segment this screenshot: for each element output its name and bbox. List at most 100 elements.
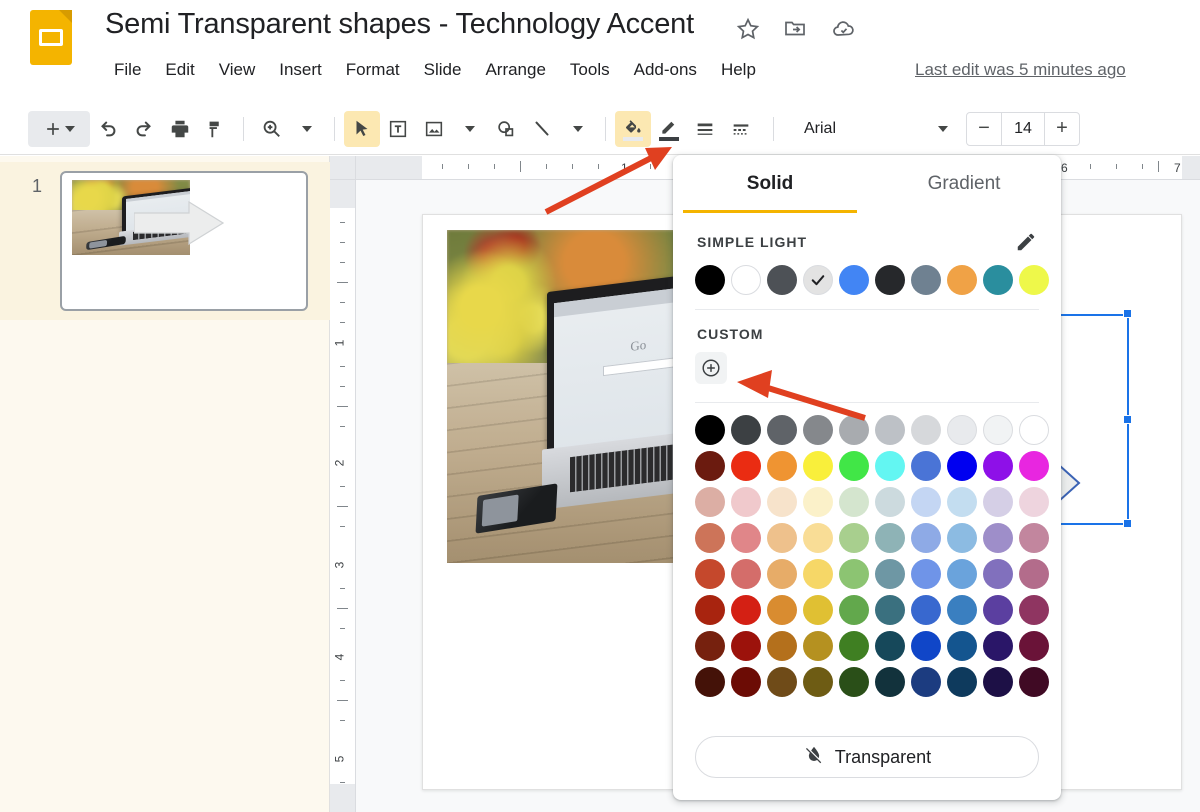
palette-swatch-r4-c4[interactable] <box>839 559 869 589</box>
theme-swatch-7[interactable] <box>947 265 977 295</box>
palette-swatch-r6-c3[interactable] <box>803 631 833 661</box>
palette-swatch-r7-c5[interactable] <box>875 667 905 697</box>
palette-swatch-r6-c2[interactable] <box>767 631 797 661</box>
menu-help[interactable]: Help <box>709 58 768 82</box>
palette-swatch-r7-c9[interactable] <box>1019 667 1049 697</box>
print-button[interactable] <box>162 111 198 147</box>
caret-down-icon[interactable] <box>573 125 583 132</box>
palette-swatch-r3-c0[interactable] <box>695 523 725 553</box>
palette-swatch-r3-c2[interactable] <box>767 523 797 553</box>
palette-swatch-r4-c9[interactable] <box>1019 559 1049 589</box>
palette-swatch-r3-c9[interactable] <box>1019 523 1049 553</box>
caret-down-icon[interactable] <box>302 125 312 132</box>
menu-edit[interactable]: Edit <box>153 58 206 82</box>
caret-down-icon[interactable] <box>938 125 948 132</box>
palette-swatch-r0-c2[interactable] <box>767 415 797 445</box>
zoom-dropdown[interactable] <box>289 111 325 147</box>
paint-format-button[interactable] <box>198 111 234 147</box>
palette-swatch-r6-c8[interactable] <box>983 631 1013 661</box>
palette-swatch-r5-c2[interactable] <box>767 595 797 625</box>
palette-swatch-r7-c2[interactable] <box>767 667 797 697</box>
palette-swatch-r7-c0[interactable] <box>695 667 725 697</box>
palette-swatch-r5-c0[interactable] <box>695 595 725 625</box>
palette-swatch-r5-c8[interactable] <box>983 595 1013 625</box>
palette-swatch-r1-c0[interactable] <box>695 451 725 481</box>
redo-button[interactable] <box>126 111 162 147</box>
undo-button[interactable] <box>90 111 126 147</box>
transparent-button[interactable]: Transparent <box>695 736 1039 778</box>
theme-swatch-9[interactable] <box>1019 265 1049 295</box>
shape-button[interactable] <box>488 111 524 147</box>
text-box-button[interactable] <box>380 111 416 147</box>
palette-swatch-r4-c3[interactable] <box>803 559 833 589</box>
palette-swatch-r5-c7[interactable] <box>947 595 977 625</box>
tab-solid[interactable]: Solid <box>673 155 867 213</box>
palette-swatch-r0-c6[interactable] <box>911 415 941 445</box>
palette-swatch-r1-c4[interactable] <box>839 451 869 481</box>
palette-swatch-r6-c4[interactable] <box>839 631 869 661</box>
palette-swatch-r4-c1[interactable] <box>731 559 761 589</box>
palette-swatch-r4-c5[interactable] <box>875 559 905 589</box>
menu-arrange[interactable]: Arrange <box>473 58 557 82</box>
line-dropdown[interactable] <box>560 111 596 147</box>
palette-swatch-r0-c8[interactable] <box>983 415 1013 445</box>
palette-swatch-r7-c3[interactable] <box>803 667 833 697</box>
palette-swatch-r6-c7[interactable] <box>947 631 977 661</box>
palette-swatch-r1-c3[interactable] <box>803 451 833 481</box>
palette-swatch-r1-c9[interactable] <box>1019 451 1049 481</box>
palette-swatch-r4-c8[interactable] <box>983 559 1013 589</box>
star-icon[interactable] <box>735 16 761 42</box>
palette-swatch-r1-c6[interactable] <box>911 451 941 481</box>
zoom-in-button[interactable] <box>253 111 289 147</box>
increase-font-size-button[interactable]: + <box>1045 113 1079 145</box>
theme-swatch-3[interactable] <box>803 265 833 295</box>
palette-swatch-r2-c2[interactable] <box>767 487 797 517</box>
palette-swatch-r3-c5[interactable] <box>875 523 905 553</box>
palette-swatch-r6-c5[interactable] <box>875 631 905 661</box>
theme-swatch-1[interactable] <box>731 265 761 295</box>
palette-swatch-r6-c6[interactable] <box>911 631 941 661</box>
decrease-font-size-button[interactable]: − <box>967 113 1001 145</box>
palette-swatch-r3-c1[interactable] <box>731 523 761 553</box>
theme-swatch-4[interactable] <box>839 265 869 295</box>
palette-swatch-r4-c6[interactable] <box>911 559 941 589</box>
menu-file[interactable]: File <box>102 58 153 82</box>
palette-swatch-r0-c7[interactable] <box>947 415 977 445</box>
slide-thumbnail[interactable] <box>60 171 308 311</box>
palette-swatch-r7-c8[interactable] <box>983 667 1013 697</box>
menu-insert[interactable]: Insert <box>267 58 334 82</box>
last-edit-status[interactable]: Last edit was 5 minutes ago <box>915 60 1126 80</box>
palette-swatch-r7-c4[interactable] <box>839 667 869 697</box>
palette-swatch-r2-c0[interactable] <box>695 487 725 517</box>
palette-swatch-r3-c4[interactable] <box>839 523 869 553</box>
border-weight-button[interactable] <box>687 111 723 147</box>
border-color-button[interactable] <box>651 111 687 147</box>
palette-swatch-r0-c5[interactable] <box>875 415 905 445</box>
cloud-saved-icon[interactable] <box>831 16 857 42</box>
caret-down-icon[interactable] <box>65 125 75 132</box>
palette-swatch-r1-c7[interactable] <box>947 451 977 481</box>
theme-swatch-0[interactable] <box>695 265 725 295</box>
palette-swatch-r0-c0[interactable] <box>695 415 725 445</box>
palette-swatch-r5-c3[interactable] <box>803 595 833 625</box>
palette-swatch-r5-c4[interactable] <box>839 595 869 625</box>
palette-swatch-r2-c4[interactable] <box>839 487 869 517</box>
palette-swatch-r2-c1[interactable] <box>731 487 761 517</box>
palette-swatch-r1-c2[interactable] <box>767 451 797 481</box>
palette-swatch-r6-c1[interactable] <box>731 631 761 661</box>
fill-color-button[interactable] <box>615 110 651 147</box>
caret-down-icon[interactable] <box>465 125 475 132</box>
palette-swatch-r5-c5[interactable] <box>875 595 905 625</box>
menu-slide[interactable]: Slide <box>412 58 474 82</box>
palette-swatch-r3-c8[interactable] <box>983 523 1013 553</box>
font-size-input[interactable]: 14 <box>1001 112 1045 145</box>
page-title[interactable]: Semi Transparent shapes - Technology Acc… <box>105 8 694 41</box>
pencil-icon[interactable] <box>1015 231 1037 253</box>
palette-swatch-r3-c6[interactable] <box>911 523 941 553</box>
menu-view[interactable]: View <box>207 58 268 82</box>
filmstrip-slide-1[interactable]: 1 <box>0 162 330 320</box>
slide-photo-image[interactable]: Go <box>447 230 685 563</box>
palette-swatch-r7-c1[interactable] <box>731 667 761 697</box>
palette-swatch-r4-c2[interactable] <box>767 559 797 589</box>
palette-swatch-r2-c7[interactable] <box>947 487 977 517</box>
